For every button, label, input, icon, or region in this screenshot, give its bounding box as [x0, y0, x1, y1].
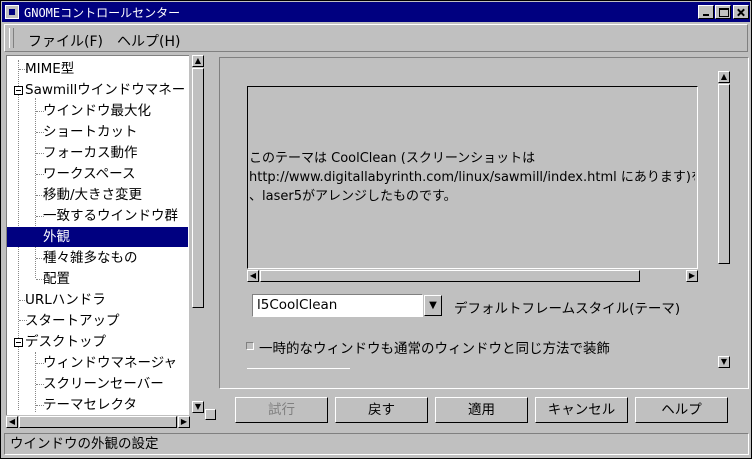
pane-splitter-handle[interactable]: [205, 409, 216, 420]
collapse-icon[interactable]: [14, 338, 23, 347]
scroll-up-icon[interactable]: ▲: [192, 55, 204, 67]
tree-item-move-resize[interactable]: 移動/大きさ変更: [43, 185, 142, 205]
maximize-icon[interactable]: [715, 5, 731, 19]
transient-decorate-checkbox[interactable]: [246, 342, 254, 350]
scroll-down-icon[interactable]: ▼: [192, 401, 204, 413]
scroll-left-icon[interactable]: ◀: [6, 416, 18, 428]
menu-help[interactable]: ヘルプ(H): [117, 31, 180, 51]
menu-file[interactable]: ファイル(F): [28, 31, 103, 51]
tree-item-shortcuts[interactable]: ショートカット: [43, 122, 138, 142]
tree-vertical-scrollbar[interactable]: ▲ ▼: [191, 55, 205, 415]
tree-item-maximize[interactable]: ウインドウ最大化: [43, 101, 151, 121]
app-icon[interactable]: [5, 5, 19, 19]
tree-item-workspaces[interactable]: ワークスペース: [43, 164, 135, 184]
tree-item-screensaver[interactable]: スクリーンセーバー: [43, 374, 164, 394]
revert-button[interactable]: 戻す: [335, 397, 428, 423]
collapse-icon[interactable]: [14, 86, 23, 95]
tree-item-misc[interactable]: 種々雑多なもの: [43, 248, 138, 268]
close-icon[interactable]: [733, 5, 749, 19]
tree-scroll-thumb[interactable]: [192, 68, 204, 308]
tree-item-placement[interactable]: 配置: [43, 269, 70, 289]
scroll-left-icon[interactable]: ◀: [247, 270, 259, 282]
tree-item-window-manager[interactable]: ウィンドウマネージャ: [43, 353, 177, 373]
transient-decorate-label[interactable]: 一時的なウィンドウも通常のウィンドウと同じ方法で装飾: [259, 337, 610, 357]
tree-item-theme-selector[interactable]: テーマセレクタ: [43, 395, 137, 415]
window-title: GNOMEコントロールセンター: [24, 6, 181, 20]
minimize-icon[interactable]: [698, 5, 714, 19]
tree-hscroll-thumb[interactable]: [19, 416, 177, 428]
theme-combo-label: デフォルトフレームスタイル(テーマ): [454, 301, 681, 317]
scroll-up-icon[interactable]: ▲: [718, 71, 730, 83]
tree-item-startup[interactable]: スタートアップ: [25, 311, 120, 331]
help-button[interactable]: ヘルプ: [635, 397, 728, 423]
tree-item-url-handlers[interactable]: URLハンドラ: [25, 290, 106, 310]
description-hscroll-thumb[interactable]: [260, 270, 640, 282]
control-center-window: GNOMEコントロールセンター ファイル(F) ヘルプ(H) MIME型 Saw…: [0, 0, 752, 459]
tree-item-sawmill[interactable]: Sawmillウインドウマネー: [25, 80, 185, 100]
scroll-right-icon[interactable]: ▶: [178, 416, 190, 428]
triangle-down-icon[interactable]: ▼: [424, 295, 442, 316]
status-bar: ウインドウの外観の設定: [4, 433, 749, 455]
tree-item-mime[interactable]: MIME型: [25, 59, 74, 79]
tree-connector-line: [35, 98, 36, 278]
description-horizontal-scrollbar[interactable]: ◀ ▶: [247, 269, 698, 283]
panel-scroll-thumb[interactable]: [718, 84, 730, 264]
title-bar[interactable]: GNOMEコントロールセンター: [2, 2, 750, 22]
panel-vertical-scrollbar[interactable]: ▲ ▼: [717, 71, 731, 369]
separator: [247, 368, 350, 369]
theme-description: このテーマは CoolClean (スクリーンショットは http://www.…: [249, 149, 695, 206]
tree-connector-line: [35, 352, 36, 412]
description-line: このテーマは CoolClean (スクリーンショットは: [249, 151, 536, 166]
scroll-down-icon[interactable]: ▼: [718, 356, 730, 368]
theme-combo-input[interactable]: l5CoolClean: [252, 294, 423, 317]
menu-bar: ファイル(F) ヘルプ(H): [4, 24, 748, 52]
description-line: http://www.digitallabyrinth.com/linux/sa…: [249, 170, 695, 185]
capplet-tree: MIME型 Sawmillウインドウマネー ウインドウ最大化 ショートカット フ…: [6, 55, 189, 415]
menubar-grip-icon[interactable]: [9, 28, 14, 48]
cancel-button[interactable]: キャンセル: [535, 397, 628, 423]
tree-horizontal-scrollbar[interactable]: ◀ ▶: [6, 415, 191, 429]
apply-button[interactable]: 適用: [435, 397, 528, 423]
tree-item-matched-windows[interactable]: 一致するウインドウ群: [43, 206, 178, 226]
tree-item-desktop[interactable]: デスクトップ: [25, 332, 106, 352]
description-line: 、laser5がアレンジしたものです。: [249, 189, 457, 204]
tree-item-appearance[interactable]: 外観: [7, 227, 188, 247]
scroll-right-icon[interactable]: ▶: [686, 270, 698, 282]
try-button[interactable]: 試行: [235, 397, 328, 423]
tree-item-focus[interactable]: フォーカス動作: [43, 143, 138, 163]
theme-combo[interactable]: l5CoolClean ▼: [252, 294, 442, 317]
